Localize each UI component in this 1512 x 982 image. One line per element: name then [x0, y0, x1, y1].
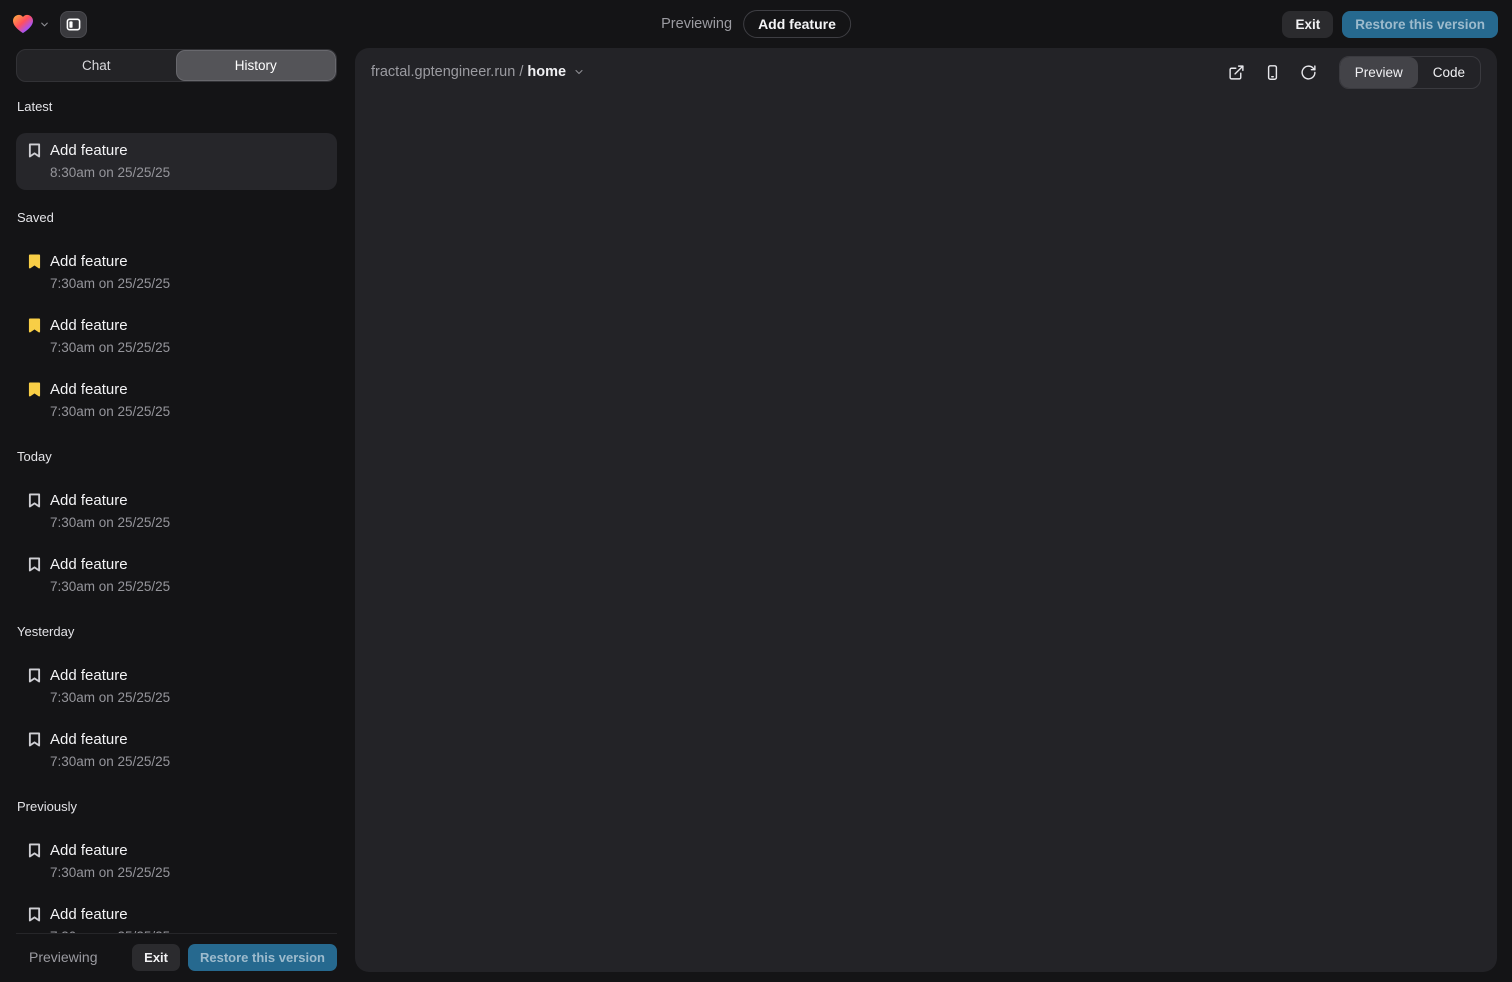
- tab-history[interactable]: History: [176, 50, 337, 81]
- panel-left-icon: [66, 17, 81, 32]
- item-time: 8:30am on 25/25/25: [50, 165, 325, 180]
- chevron-down-icon: [39, 19, 50, 30]
- footer-previewing-label: Previewing: [29, 949, 97, 965]
- item-title: Add feature: [50, 253, 128, 270]
- content-area: Chat History Latest Add feature 8:30am o…: [0, 48, 1512, 982]
- item-title: Add feature: [50, 492, 128, 509]
- tab-chat[interactable]: Chat: [17, 50, 176, 81]
- section-items: Add feature 7:30am on 25/25/25 Add featu…: [16, 244, 337, 429]
- history-item[interactable]: Add feature 7:30am on 25/25/25: [16, 308, 337, 365]
- topbar: Previewing Add feature Exit Restore this…: [0, 0, 1512, 48]
- chat-history-tabs: Chat History: [16, 49, 337, 82]
- bookmark-icon[interactable]: [28, 843, 41, 858]
- history-list: Latest Add feature 8:30am on 25/25/25 Sa…: [16, 82, 337, 933]
- section-items: Add feature 8:30am on 25/25/25: [16, 133, 337, 190]
- tab-code[interactable]: Code: [1418, 57, 1480, 88]
- url-route-selector[interactable]: fractal.gptengineer.run / home: [371, 64, 585, 80]
- section-items: Add feature 7:30am on 25/25/25 Add featu…: [16, 833, 337, 933]
- history-item[interactable]: Add feature 7:30am on 25/25/25: [16, 897, 337, 933]
- history-section: Previously Add feature 7:30am on 25/25/2…: [16, 799, 337, 933]
- preview-code-tabs: Preview Code: [1339, 56, 1481, 89]
- bookmark-icon[interactable]: [28, 668, 41, 683]
- preview-header: fractal.gptengineer.run / home: [355, 48, 1497, 96]
- heart-logo-icon: [12, 14, 34, 34]
- history-item[interactable]: Add feature 7:30am on 25/25/25: [16, 244, 337, 301]
- section-title: Today: [17, 449, 337, 464]
- bookmark-icon[interactable]: [28, 493, 41, 508]
- tab-preview[interactable]: Preview: [1340, 57, 1418, 88]
- history-item[interactable]: Add feature 8:30am on 25/25/25: [16, 133, 337, 190]
- history-item[interactable]: Add feature 7:30am on 25/25/25: [16, 483, 337, 540]
- item-time: 7:30am on 25/25/25: [50, 276, 325, 291]
- history-item[interactable]: Add feature 7:30am on 25/25/25: [16, 722, 337, 779]
- open-in-new-tab-icon[interactable]: [1228, 64, 1245, 81]
- bookmark-icon[interactable]: [28, 143, 41, 158]
- history-sidebar: Chat History Latest Add feature 8:30am o…: [16, 48, 337, 982]
- url-route: home: [527, 64, 566, 80]
- history-section: Latest Add feature 8:30am on 25/25/25: [16, 99, 337, 190]
- footer-restore-button[interactable]: Restore this version: [188, 944, 337, 971]
- item-time: 7:30am on 25/25/25: [50, 579, 325, 594]
- item-title: Add feature: [50, 381, 128, 398]
- section-items: Add feature 7:30am on 25/25/25 Add featu…: [16, 658, 337, 779]
- bookmark-icon[interactable]: [28, 254, 41, 269]
- section-items: Add feature 7:30am on 25/25/25 Add featu…: [16, 483, 337, 604]
- item-time: 7:30am on 25/25/25: [50, 404, 325, 419]
- item-title: Add feature: [50, 142, 128, 159]
- exit-button[interactable]: Exit: [1282, 11, 1333, 38]
- previewing-label: Previewing: [661, 16, 732, 32]
- bookmark-icon[interactable]: [28, 732, 41, 747]
- section-title: Previously: [17, 799, 337, 814]
- app-logo-menu-button[interactable]: [12, 14, 50, 34]
- bookmark-icon[interactable]: [28, 907, 41, 922]
- preview-panel: fractal.gptengineer.run / home: [355, 48, 1497, 972]
- section-title: Yesterday: [17, 624, 337, 639]
- item-title: Add feature: [50, 731, 128, 748]
- item-time: 7:30am on 25/25/25: [50, 865, 325, 880]
- sidebar-footer: Previewing Exit Restore this version: [16, 933, 337, 982]
- item-title: Add feature: [50, 556, 128, 573]
- bookmark-icon[interactable]: [28, 557, 41, 572]
- chevron-down-icon: [573, 66, 585, 78]
- section-title: Latest: [17, 99, 337, 114]
- bookmark-icon[interactable]: [28, 318, 41, 333]
- refresh-icon[interactable]: [1300, 64, 1317, 81]
- version-name-badge: Add feature: [743, 10, 851, 38]
- section-title: Saved: [17, 210, 337, 225]
- item-title: Add feature: [50, 906, 128, 923]
- sidebar-toggle-button[interactable]: [60, 11, 87, 38]
- footer-exit-button[interactable]: Exit: [132, 944, 180, 971]
- history-item[interactable]: Add feature 7:30am on 25/25/25: [16, 547, 337, 604]
- item-title: Add feature: [50, 667, 128, 684]
- history-item[interactable]: Add feature 7:30am on 25/25/25: [16, 658, 337, 715]
- item-time: 7:30am on 25/25/25: [50, 690, 325, 705]
- item-time: 7:30am on 25/25/25: [50, 340, 325, 355]
- history-item[interactable]: Add feature 7:30am on 25/25/25: [16, 372, 337, 429]
- preview-viewport: [355, 96, 1497, 972]
- bookmark-icon[interactable]: [28, 382, 41, 397]
- history-section: Saved Add feature 7:30am on 25/25/25 Add…: [16, 210, 337, 429]
- url-domain: fractal.gptengineer.run /: [371, 64, 527, 80]
- history-section: Yesterday Add feature 7:30am on 25/25/25…: [16, 624, 337, 779]
- item-time: 7:30am on 25/25/25: [50, 515, 325, 530]
- restore-version-button[interactable]: Restore this version: [1342, 11, 1498, 38]
- item-title: Add feature: [50, 842, 128, 859]
- history-section: Today Add feature 7:30am on 25/25/25 Add…: [16, 449, 337, 604]
- item-title: Add feature: [50, 317, 128, 334]
- mobile-preview-icon[interactable]: [1264, 64, 1281, 81]
- item-time: 7:30am on 25/25/25: [50, 754, 325, 769]
- history-item[interactable]: Add feature 7:30am on 25/25/25: [16, 833, 337, 890]
